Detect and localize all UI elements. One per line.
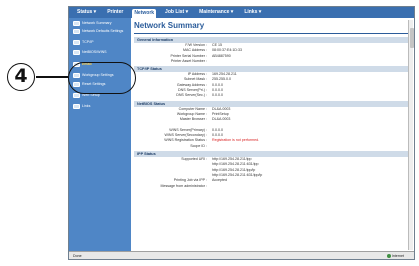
- row-value: DL&A.0003: [212, 117, 231, 122]
- vertical-scrollbar[interactable]: [408, 20, 414, 250]
- network-icon: [73, 21, 80, 26]
- row-label: Printer Asset Number :: [170, 58, 207, 63]
- status-text: Done: [73, 254, 82, 258]
- row-value: Registration is not performed.: [212, 138, 260, 143]
- callout-number: 4: [7, 63, 35, 91]
- network-icon: [73, 50, 80, 55]
- main-content: Network Summary General Information F/W V…: [134, 21, 412, 249]
- zone-indicator: Internet: [386, 252, 404, 259]
- sidebar-item-links[interactable]: Links: [73, 104, 129, 109]
- summary-row: Scope ID :: [134, 144, 412, 149]
- row-value: Accepted: [212, 178, 227, 183]
- row-value: 0.0.0.0: [212, 93, 223, 98]
- network-icon: [73, 40, 80, 45]
- callout-leader-line: [36, 76, 68, 78]
- status-bar: Done Internet: [69, 251, 414, 259]
- nav-links[interactable]: Links ▾: [242, 7, 263, 18]
- top-navigation: Status ▾ Printer Network Job List ▾ Main…: [69, 7, 414, 18]
- sidebar-item-network-summary[interactable]: Network Summary: [73, 21, 129, 26]
- callout-highlight: [68, 62, 136, 94]
- summary-row: Message from administrator :: [134, 184, 412, 189]
- sidebar-item-tcpip[interactable]: TCP/IP: [73, 40, 129, 45]
- summary-sections: General Information F/W Version : CE 15 MAC…: [134, 37, 412, 189]
- summary-row: DNS Server(Sec.) : 0.0.0.0: [134, 93, 412, 98]
- page-title: Network Summary: [134, 21, 205, 30]
- row-label: Scope ID :: [190, 143, 207, 148]
- nav-printer[interactable]: Printer: [105, 7, 125, 18]
- nav-maintenance[interactable]: Maintenance ▾: [197, 7, 235, 18]
- row-label: DNS Server(Sec.) :: [176, 93, 207, 98]
- nav-job-list[interactable]: Job List ▾: [163, 7, 190, 18]
- zone-label: Internet: [391, 254, 404, 258]
- browser-window: Status ▾ Printer Network Job List ▾ Main…: [68, 6, 415, 260]
- sidebar-item-network-defaults[interactable]: Network Defaults Settings: [73, 29, 129, 34]
- scrollbar-thumb[interactable]: [409, 28, 414, 48]
- globe-icon: [386, 253, 391, 258]
- nav-status[interactable]: Status ▾: [75, 7, 98, 18]
- sidebar: Network Summary Network Defaults Setting…: [69, 18, 131, 251]
- sidebar-item-netbios[interactable]: NetBIOS/WINS: [73, 50, 129, 55]
- row-value: AB4887590: [212, 53, 231, 58]
- network-icon: [73, 29, 80, 34]
- link-icon: [73, 104, 80, 109]
- title-divider: [134, 33, 412, 34]
- row-label: Message from administrator :: [160, 183, 207, 188]
- nav-network[interactable]: Network: [132, 9, 157, 18]
- web-icon: [73, 93, 80, 98]
- summary-row: Printer Asset Number :: [134, 59, 412, 64]
- callout-number-text: 4: [14, 65, 28, 87]
